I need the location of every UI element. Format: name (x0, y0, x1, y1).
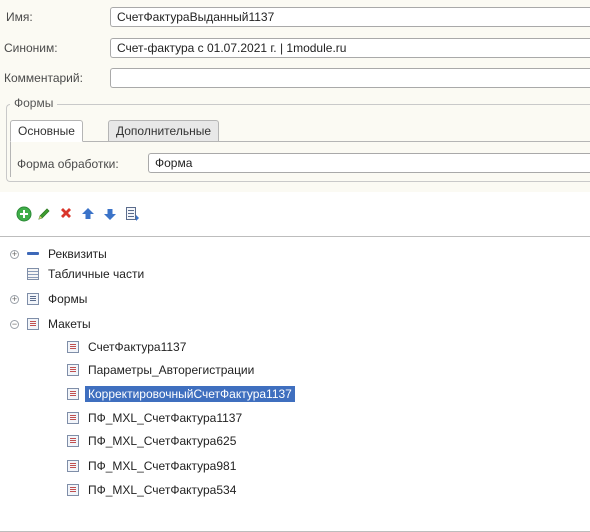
tree-item-label: Макеты (48, 317, 91, 331)
template-item[interactable]: ПФ_MXL_СчетФактура981 (67, 457, 236, 475)
form-icon (27, 293, 39, 305)
template-item-selected[interactable]: КорректировочныйСчетФактура1137 (67, 385, 295, 403)
forms-group-title: Формы (10, 96, 58, 110)
layout-icon (67, 460, 79, 472)
comment-field[interactable] (110, 68, 590, 88)
table-icon (27, 268, 39, 280)
template-item[interactable]: ПФ_MXL_СчетФактура625 (67, 432, 236, 450)
layout-icon (67, 484, 79, 496)
properties-panel: Имя: СчетФактураВыданный1137 Синоним: Сч… (0, 0, 590, 192)
tree-item-tabular-sections[interactable]: Табличные части (27, 265, 144, 283)
sort-icon[interactable] (122, 204, 142, 224)
collapse-icon[interactable]: − (10, 319, 19, 329)
layout-icon (67, 412, 79, 424)
template-item[interactable]: Параметры_Авторегистрации (67, 361, 254, 379)
layout-icon (67, 388, 79, 400)
tab-main[interactable]: Основные (10, 120, 83, 142)
template-item[interactable]: ПФ_MXL_СчетФактура1137 (67, 409, 242, 427)
template-label: СчетФактура1137 (88, 340, 187, 354)
move-down-icon[interactable] (100, 204, 120, 224)
name-label: Имя: (6, 10, 33, 24)
tree-item-label: Табличные части (48, 267, 145, 281)
layout-icon (27, 318, 39, 330)
template-label: ПФ_MXL_СчетФактура981 (88, 459, 237, 473)
template-label: ПФ_MXL_СчетФактура534 (88, 483, 237, 497)
layout-icon (67, 341, 79, 353)
expand-icon[interactable]: + (10, 249, 19, 259)
template-item[interactable]: СчетФактура1137 (67, 338, 186, 356)
synonym-field[interactable]: Счет-фактура с 01.07.2021 г. | 1module.r… (110, 38, 590, 58)
comment-label: Комментарий: (4, 71, 83, 85)
edit-icon[interactable] (34, 204, 54, 224)
synonym-label: Синоним: (4, 41, 58, 55)
tree-item-templates[interactable]: − Макеты (10, 315, 91, 333)
template-item[interactable]: ПФ_MXL_СчетФактура534 (67, 481, 236, 499)
expand-icon[interactable]: + (10, 294, 19, 304)
move-up-icon[interactable] (78, 204, 98, 224)
tree-item-attributes[interactable]: + Реквизиты (10, 245, 107, 263)
template-label: ПФ_MXL_СчетФактура1137 (88, 411, 243, 425)
delete-icon[interactable] (56, 204, 76, 224)
layout-icon (67, 435, 79, 447)
attribute-icon (27, 248, 39, 260)
template-label: ПФ_MXL_СчетФактура625 (88, 434, 237, 448)
template-label: КорректировочныйСчетФактура1137 (85, 386, 295, 402)
layout-icon (67, 364, 79, 376)
template-label: Параметры_Авторегистрации (88, 363, 255, 377)
add-icon[interactable] (14, 204, 34, 224)
processing-form-field[interactable]: Форма (148, 153, 590, 173)
name-field[interactable]: СчетФактураВыданный1137 (110, 7, 590, 27)
tab-additional[interactable]: Дополнительные (108, 120, 219, 142)
metadata-tree: + Реквизиты Табличные части + Формы − Ма… (0, 236, 590, 532)
tree-item-label: Формы (48, 292, 88, 306)
processing-form-label: Форма обработки: (17, 157, 119, 171)
tree-item-label: Реквизиты (48, 247, 107, 261)
tree-item-forms[interactable]: + Формы (10, 290, 87, 308)
